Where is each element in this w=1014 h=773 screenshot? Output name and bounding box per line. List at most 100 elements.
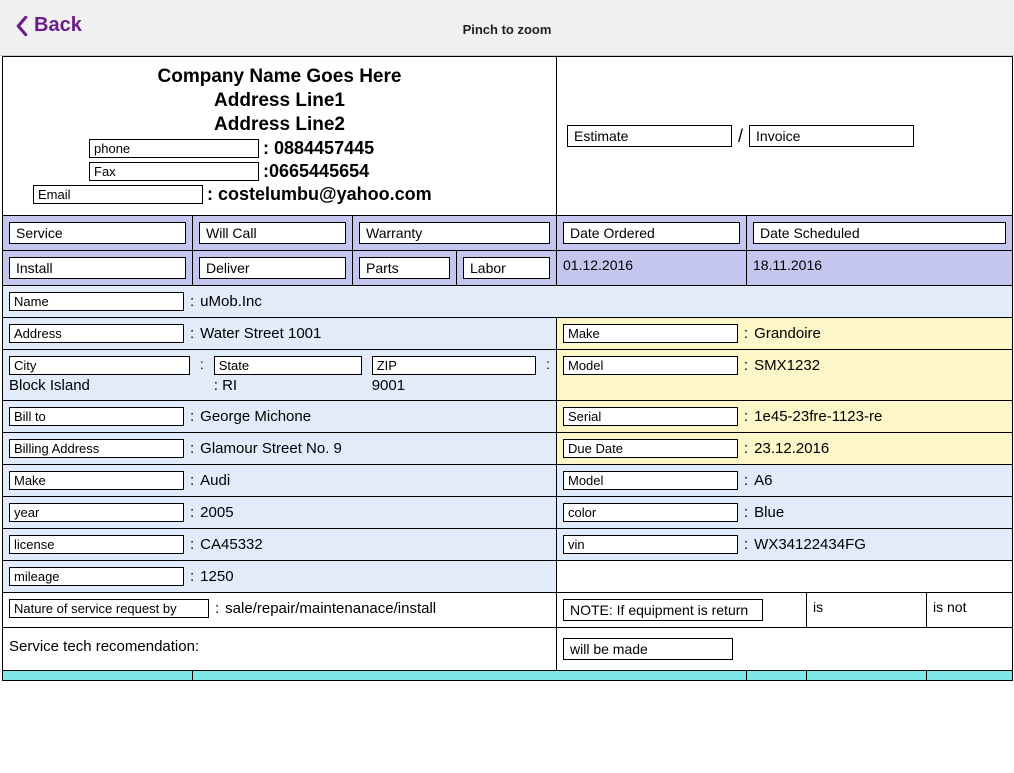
row-mileage: mileage : 1250: [3, 561, 557, 593]
billaddr-label: Billing Address: [9, 439, 184, 458]
row-recommendation: Service tech recomendation:: [3, 628, 557, 671]
state-label: State: [214, 356, 362, 375]
cell-isnot: is not: [927, 593, 1013, 628]
install-label: Install: [9, 257, 186, 279]
serial-value: 1e45-23fre-1123-re: [754, 408, 882, 425]
license-label: license: [9, 535, 184, 554]
date-ordered-label: Date Ordered: [563, 222, 740, 244]
vmake-value: Audi: [200, 472, 230, 489]
warranty-label: Warranty: [359, 222, 550, 244]
estimate-invoice-area: Estimate / Invoice: [557, 57, 1013, 216]
willbe-label: will be made: [563, 638, 733, 660]
fax-value: :0665445654: [259, 161, 369, 182]
cell-parts: Parts: [353, 251, 457, 286]
vmodel-label: Model: [563, 471, 738, 490]
labor-label: Labor: [463, 257, 550, 279]
row-model-equip: Model : SMX1232: [557, 350, 1013, 401]
row-willbe: will be made: [557, 628, 1013, 671]
equip-make-value: Grandoire: [754, 325, 821, 342]
equip-make-label: Make: [563, 324, 738, 343]
city-label: City: [9, 356, 190, 375]
email-label: Email: [33, 185, 203, 204]
cell-labor: Labor: [457, 251, 557, 286]
teal-cell: [747, 671, 807, 681]
row-city-state-zip: City Block Island : State : RI ZIP 9001 …: [3, 350, 557, 401]
date-ordered-value: 01.12.2016: [563, 257, 633, 273]
billto-value: George Michone: [200, 408, 311, 425]
address-label: Address: [9, 324, 184, 343]
row-mileage-right-blank: [557, 561, 1013, 593]
name-label: Name: [9, 292, 184, 311]
row-make-equip: Make : Grandoire: [557, 318, 1013, 350]
cell-willcall: Will Call: [193, 216, 353, 251]
service-label: Service: [9, 222, 186, 244]
cell-is: is: [807, 593, 927, 628]
serial-label: Serial: [563, 407, 738, 426]
year-value: 2005: [200, 504, 233, 521]
teal-cell: [927, 671, 1013, 681]
phone-label: phone: [89, 139, 259, 158]
parts-label: Parts: [359, 257, 450, 279]
row-name: Name : uMob.Inc: [3, 286, 1013, 318]
cell-date-ordered-hdr: Date Ordered: [557, 216, 747, 251]
color-label: color: [563, 503, 738, 522]
row-billaddr: Billing Address : Glamour Street No. 9: [3, 433, 557, 465]
row-vin: vin : WX34122434FG: [557, 529, 1013, 561]
phone-value: : 0884457445: [259, 138, 374, 159]
isnot-label: is not: [933, 599, 966, 615]
cell-install: Install: [3, 251, 193, 286]
city-value: Block Island: [9, 375, 190, 394]
cell-deliver: Deliver: [193, 251, 353, 286]
row-duedate: Due Date : 23.12.2016: [557, 433, 1013, 465]
slash: /: [732, 126, 749, 147]
equip-model-label: Model: [563, 356, 738, 375]
teal-cell: [193, 671, 747, 681]
vin-value: WX34122434FG: [754, 536, 866, 553]
cell-warranty: Warranty: [353, 216, 557, 251]
email-value: : costelumbu@yahoo.com: [203, 184, 432, 205]
note-label: NOTE: If equipment is return: [563, 599, 763, 621]
cell-date-scheduled-hdr: Date Scheduled: [747, 216, 1013, 251]
name-value: uMob.Inc: [200, 293, 262, 310]
company-addr1: Address Line1: [9, 89, 550, 113]
date-scheduled-label: Date Scheduled: [753, 222, 1006, 244]
teal-cell: [807, 671, 927, 681]
due-label: Due Date: [563, 439, 738, 458]
invoice-box: Invoice: [749, 125, 914, 147]
billaddr-value: Glamour Street No. 9: [200, 440, 342, 457]
cell-date-ordered-val: 01.12.2016: [557, 251, 747, 286]
due-value: 23.12.2016: [754, 440, 829, 457]
pinch-to-zoom-label: Pinch to zoom: [0, 22, 1014, 37]
row-year: year : 2005: [3, 497, 557, 529]
document-area[interactable]: Company Name Goes Here Address Line1 Add…: [2, 56, 1012, 681]
row-vmodel: Model : A6: [557, 465, 1013, 497]
address-value: Water Street 1001: [200, 325, 321, 342]
cell-date-scheduled-val: 18.11.2016: [747, 251, 1013, 286]
cell-service: Service: [3, 216, 193, 251]
top-bar: Back Pinch to zoom: [0, 0, 1014, 56]
row-color: color : Blue: [557, 497, 1013, 529]
mileage-value: 1250: [200, 568, 233, 585]
nature-label: Nature of service request by: [9, 599, 209, 618]
license-value: CA45332: [200, 536, 263, 553]
is-label: is: [813, 599, 823, 615]
mileage-label: mileage: [9, 567, 184, 586]
deliver-label: Deliver: [199, 257, 346, 279]
company-addr2: Address Line2: [9, 113, 550, 137]
teal-cell: [3, 671, 193, 681]
vmake-label: Make: [9, 471, 184, 490]
nature-value: sale/repair/maintenanace/install: [225, 600, 436, 617]
estimate-box: Estimate: [567, 125, 732, 147]
zip-value: 9001: [372, 375, 536, 394]
row-vmake: Make : Audi: [3, 465, 557, 497]
willcall-label: Will Call: [199, 222, 346, 244]
year-label: year: [9, 503, 184, 522]
vin-label: vin: [563, 535, 738, 554]
color-value: Blue: [754, 504, 784, 521]
company-name: Company Name Goes Here: [9, 65, 550, 89]
vmodel-value: A6: [754, 472, 772, 489]
company-header: Company Name Goes Here Address Line1 Add…: [3, 57, 557, 216]
row-serial: Serial : 1e45-23fre-1123-re: [557, 401, 1013, 433]
row-address: Address : Water Street 1001: [3, 318, 557, 350]
equip-model-value: SMX1232: [754, 357, 820, 374]
